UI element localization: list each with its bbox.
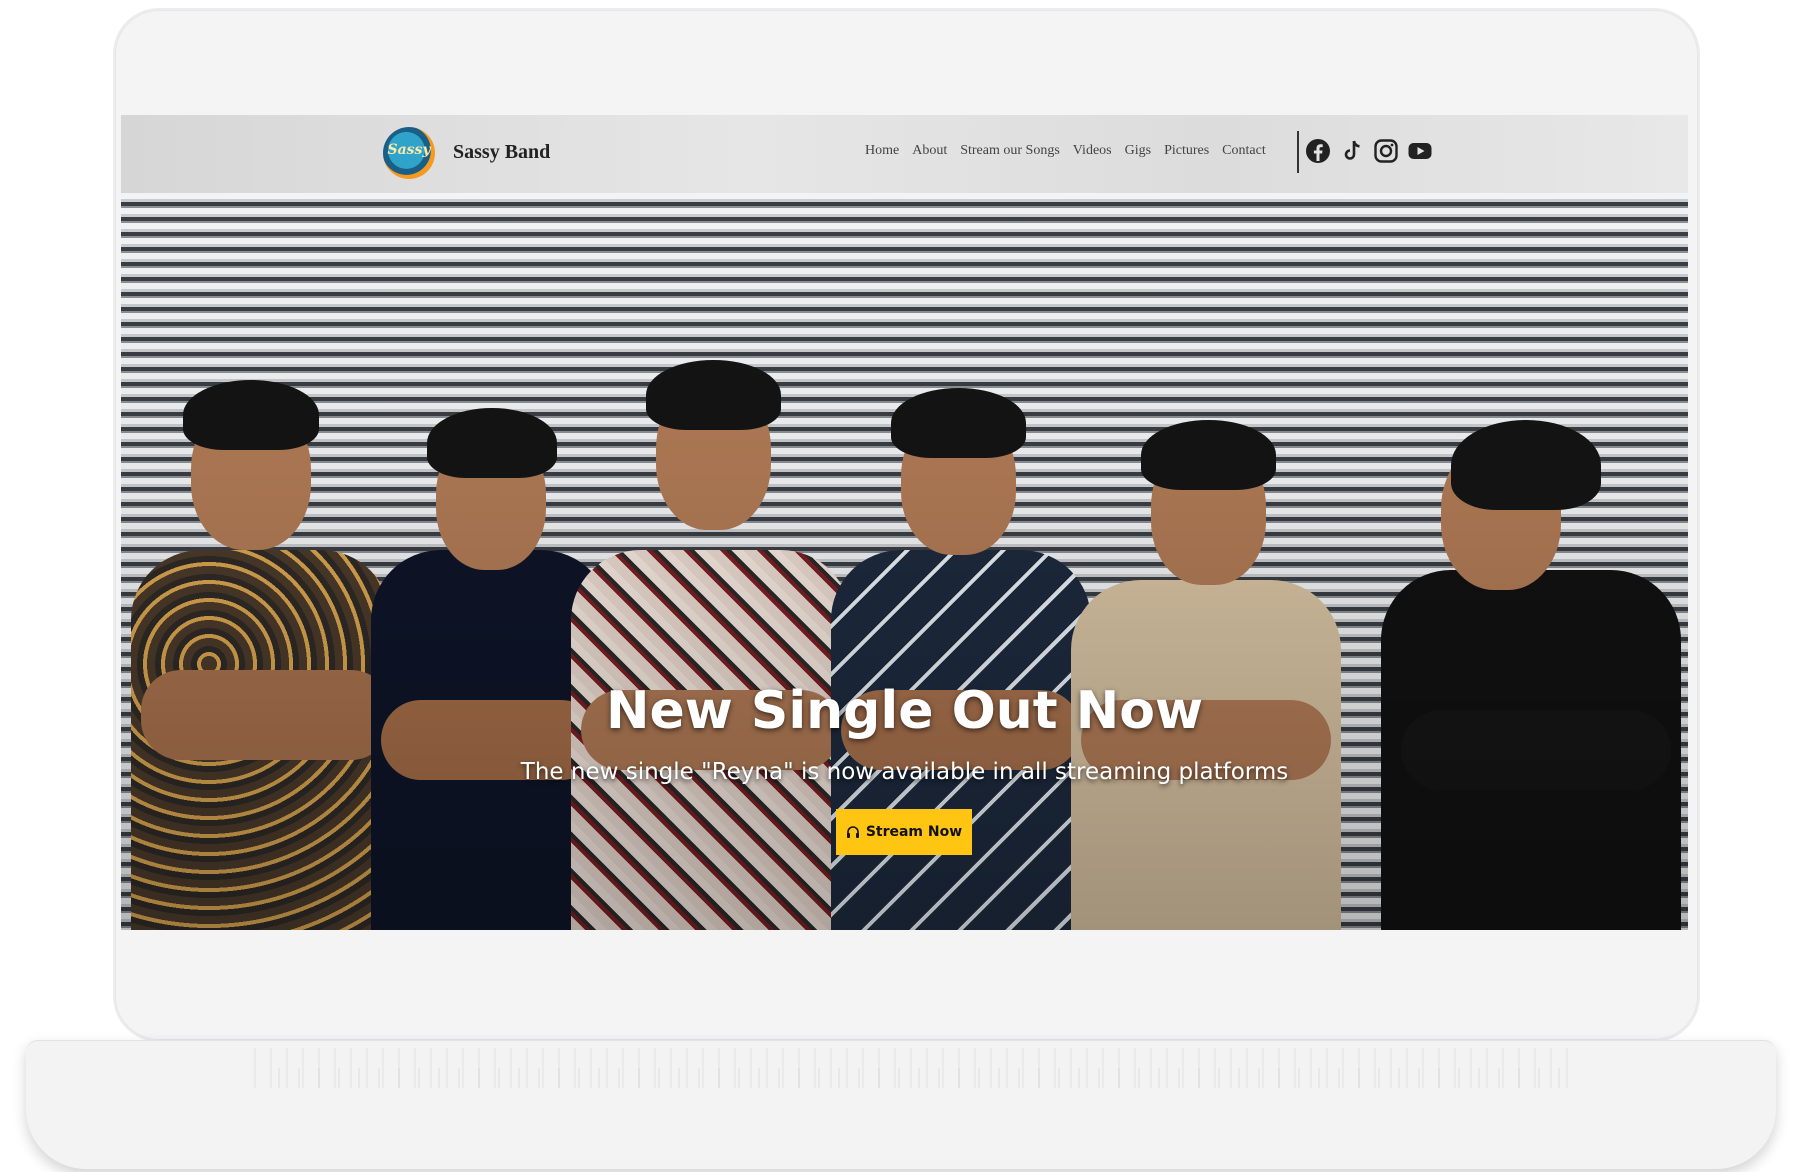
nav-item-stream[interactable]: Stream our Songs	[960, 143, 1060, 159]
nav-item-pictures[interactable]: Pictures	[1164, 143, 1209, 159]
keyboard-row	[260, 1068, 1560, 1088]
nav-divider	[1297, 131, 1299, 173]
nav-item-contact[interactable]: Contact	[1222, 143, 1266, 159]
hero-section: New Single Out Now The new single "Reyna…	[121, 193, 1688, 930]
nav-item-videos[interactable]: Videos	[1073, 143, 1112, 159]
site-header: Sassy Sassy Band Home About Stream our S…	[121, 115, 1688, 193]
headphones-icon	[846, 826, 859, 838]
hero-title: New Single Out Now	[605, 681, 1204, 741]
instagram-icon[interactable]	[1373, 138, 1399, 164]
laptop-screen: Sassy Sassy Band Home About Stream our S…	[121, 115, 1688, 930]
tiktok-icon[interactable]	[1339, 138, 1365, 164]
logo-text: Sassy	[387, 142, 431, 158]
nav-item-about[interactable]: About	[912, 143, 947, 159]
brand-name[interactable]: Sassy Band	[453, 141, 550, 164]
nav-item-gigs[interactable]: Gigs	[1125, 143, 1151, 159]
stream-now-label: Stream Now	[865, 824, 963, 840]
nav-item-home[interactable]: Home	[865, 143, 899, 159]
stream-now-button[interactable]: Stream Now	[836, 809, 972, 855]
facebook-icon[interactable]	[1305, 138, 1331, 164]
hero-subtitle: The new single "Reyna" is now available …	[520, 759, 1289, 785]
youtube-icon[interactable]	[1407, 138, 1433, 164]
main-nav: Home About Stream our Songs Videos Gigs …	[865, 143, 1266, 159]
band-logo[interactable]: Sassy	[383, 127, 435, 179]
